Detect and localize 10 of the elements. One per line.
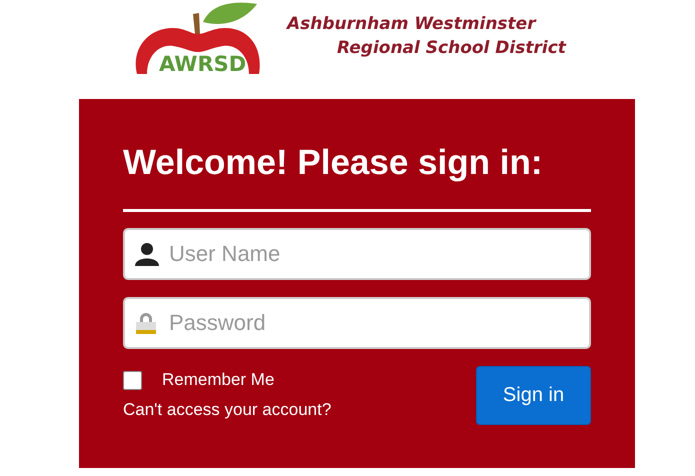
sign-in-button[interactable]: Sign in [476, 366, 591, 425]
district-name: Regional School District [337, 37, 566, 60]
logo-text: AWRSD [159, 52, 246, 76]
username-field[interactable]: User Name [123, 228, 591, 280]
account-help-link[interactable]: Can't access your account? [123, 400, 332, 420]
district-name: Ashburnham Westminster [287, 13, 538, 36]
remember-checkbox[interactable] [123, 370, 142, 390]
password-field[interactable]: Password [123, 297, 591, 349]
remember-label: Remember Me [162, 370, 274, 390]
welcome-heading: Welcome! Please sign in: [123, 143, 544, 183]
